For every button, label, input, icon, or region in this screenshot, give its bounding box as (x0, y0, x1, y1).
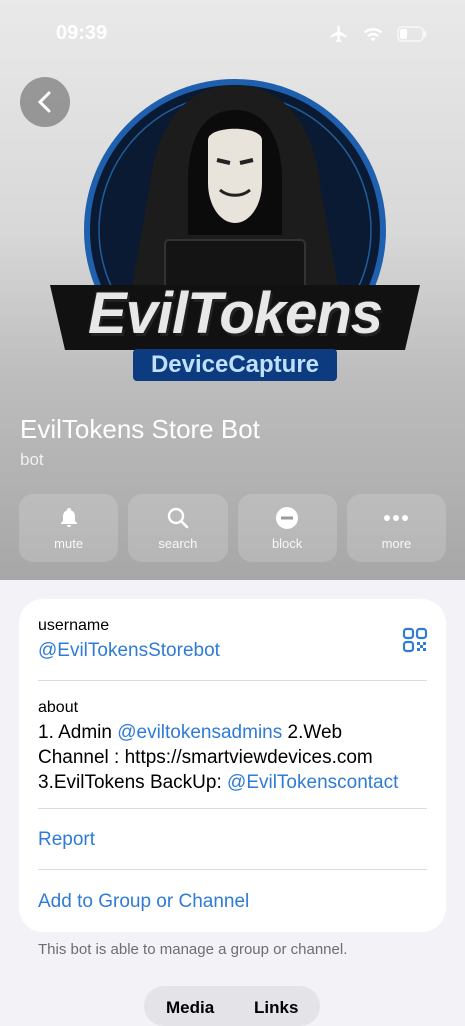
chevron-left-icon (37, 91, 51, 113)
more-icon (384, 514, 409, 521)
divider (38, 808, 427, 809)
wifi-icon (363, 27, 383, 42)
block-icon (276, 506, 299, 529)
airplane-icon (330, 25, 347, 43)
divider (38, 869, 427, 870)
tab-media[interactable]: Media (166, 998, 214, 1018)
about-line3-prefix: 3.EvilTokens BackUp: (38, 772, 228, 793)
status-time: 09:39 (56, 22, 108, 44)
about-label: about (38, 699, 79, 716)
username-link[interactable]: @EvilTokensStorebot (38, 640, 220, 662)
profile-header: 09:39 EvilTokens DeviceCapture EvilToken… (0, 0, 465, 580)
username-label: username (38, 617, 110, 634)
qr-code-icon[interactable] (402, 627, 428, 653)
search-icon (167, 507, 189, 528)
logo-text-sub: DeviceCapture (132, 349, 338, 381)
footer-note: This bot is able to manage a group or ch… (38, 941, 348, 958)
about-line2: Channel : https://smartviewdevices.com (38, 747, 373, 768)
search-label: search (158, 535, 198, 551)
media-tabs: Media Links (144, 986, 320, 1026)
profile-subtitle: bot (20, 450, 44, 469)
mute-button[interactable]: mute (19, 494, 119, 562)
more-button[interactable]: more (346, 494, 446, 562)
about-line1-prefix: 1. Admin (38, 722, 118, 743)
about-text: 1. Admin @eviltokensadmins 2.Web Channel… (38, 720, 438, 795)
info-card: username @EvilTokensStorebot about 1. Ad… (19, 599, 446, 932)
logo-wordmark: EvilTokens DeviceCapture (30, 280, 440, 381)
report-button[interactable]: Report (38, 829, 95, 851)
backup-link[interactable]: @EvilTokenscontact (227, 772, 398, 793)
action-bar: mute search block more (19, 494, 446, 562)
battery-icon (397, 26, 426, 42)
tab-links[interactable]: Links (254, 998, 298, 1018)
admin-link[interactable]: @eviltokensadmins (117, 722, 282, 743)
profile-name: EvilTokens Store Bot (20, 414, 260, 444)
logo-text-main: EvilTokens (87, 281, 383, 346)
search-button[interactable]: search (128, 494, 228, 562)
add-to-group-button[interactable]: Add to Group or Channel (38, 891, 249, 913)
back-button[interactable] (20, 77, 70, 127)
about-line1-suffix: 2.Web (282, 722, 343, 743)
more-label: more (381, 535, 412, 551)
divider (38, 680, 427, 681)
bell-icon (60, 507, 77, 527)
block-button[interactable]: block (237, 494, 337, 562)
block-label: block (271, 535, 303, 551)
mute-label: mute (54, 535, 84, 551)
